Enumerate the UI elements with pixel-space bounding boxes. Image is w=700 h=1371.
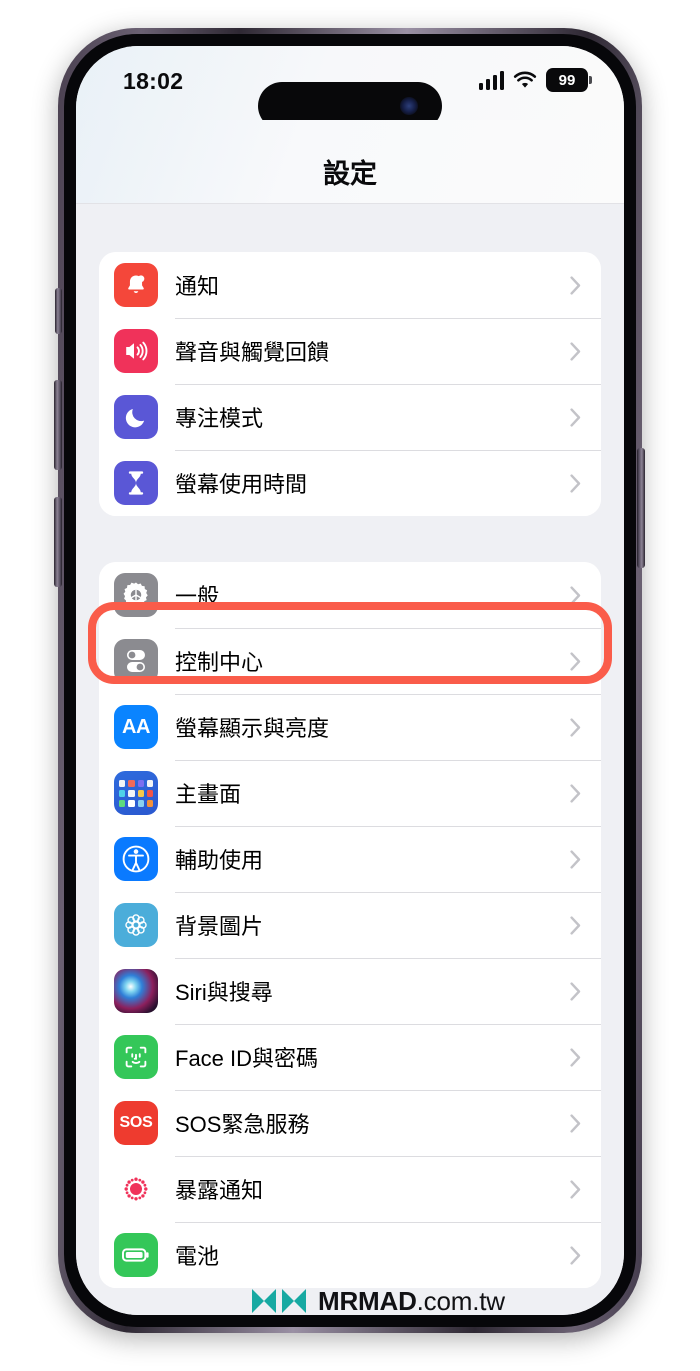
cellular-signal-icon (478, 70, 504, 90)
settings-row-label: Face ID與密碼 (175, 1046, 319, 1071)
settings-row-label: 背景圖片 (175, 914, 264, 939)
mute-switch[interactable] (55, 288, 62, 334)
watermark-brand: MRMAD (318, 1285, 417, 1316)
settings-row-general[interactable]: 一般 (99, 562, 601, 628)
chevron-right-icon (570, 1180, 581, 1199)
settings-row-siri-search[interactable]: Siri與搜尋 (99, 958, 601, 1024)
chevron-right-icon (570, 718, 581, 737)
accessibility-icon (114, 837, 158, 881)
speaker-icon (114, 329, 158, 373)
settings-row-emergency-sos[interactable]: SOS SOS緊急服務 (99, 1090, 601, 1156)
settings-row-label: SOS緊急服務 (175, 1112, 310, 1137)
exposure-dots-icon (114, 1167, 158, 1211)
navigation-bar: 設定 (76, 120, 624, 204)
watermark-domain: .com.tw (416, 1285, 505, 1316)
gear-icon (114, 573, 158, 617)
home-screen-grid-icon (114, 771, 158, 815)
settings-row-label: Siri與搜尋 (175, 980, 273, 1005)
settings-row-notifications[interactable]: 通知 (99, 252, 601, 318)
settings-row-exposure-notifications[interactable]: 暴露通知 (99, 1156, 601, 1222)
settings-row-label: 專注模式 (175, 406, 264, 431)
settings-row-display-brightness[interactable]: AA 螢幕顯示與亮度 (99, 694, 601, 760)
chevron-right-icon (570, 850, 581, 869)
chevron-right-icon (570, 474, 581, 493)
battery-app-icon (114, 1233, 158, 1277)
volume-down-button[interactable] (54, 497, 62, 587)
watermark-text: MRMAD.com.tw (318, 1286, 505, 1316)
settings-group-general: 一般 控制中心 AA 螢幕顯示與亮度 主畫面 輔助使用 背景圖片 Siri與搜尋… (99, 562, 601, 1288)
battery-level-label: 99 (558, 71, 576, 89)
chevron-right-icon (570, 916, 581, 935)
settings-row-label: 螢幕顯示與亮度 (175, 716, 330, 741)
chevron-right-icon (570, 586, 581, 605)
status-bar-indicators: 99 (478, 68, 592, 92)
siri-orb-icon (114, 969, 158, 1013)
settings-row-accessibility[interactable]: 輔助使用 (99, 826, 601, 892)
settings-row-wallpaper[interactable]: 背景圖片 (99, 892, 601, 958)
settings-row-screen-time[interactable]: 螢幕使用時間 (99, 450, 601, 516)
status-bar: 18:02 99 (76, 46, 624, 130)
watermark: MRMAD.com.tw (250, 1284, 505, 1315)
settings-row-label: 一般 (175, 584, 220, 609)
chevron-right-icon (570, 784, 581, 803)
settings-row-label: 螢幕使用時間 (175, 472, 308, 497)
chevron-right-icon (570, 342, 581, 361)
chevron-right-icon (570, 276, 581, 295)
page-title: 設定 (323, 159, 377, 189)
wallpaper-flower-icon (114, 903, 158, 947)
settings-row-focus[interactable]: 專注模式 (99, 384, 601, 450)
aa-text-icon: AA (114, 705, 158, 749)
settings-scroll-view[interactable]: 通知 聲音與觸覺回饋 專注模式 螢幕使用時間 一般 控制中心 AA 螢幕顯示與亮… (76, 205, 624, 1315)
front-camera-icon (400, 97, 418, 115)
chevron-right-icon (570, 408, 581, 427)
power-button[interactable] (637, 448, 645, 568)
settings-row-home-screen[interactable]: 主畫面 (99, 760, 601, 826)
settings-row-label: 電池 (175, 1244, 220, 1269)
chevron-right-icon (570, 652, 581, 671)
settings-row-label: 控制中心 (175, 650, 264, 675)
mrmad-infinity-logo-icon (252, 1289, 306, 1313)
settings-group-notifications: 通知 聲音與觸覺回饋 專注模式 螢幕使用時間 (99, 252, 601, 516)
bell-icon (114, 263, 158, 307)
hourglass-icon (114, 461, 158, 505)
settings-row-label: 通知 (175, 274, 220, 299)
settings-row-label: 輔助使用 (175, 848, 264, 873)
sos-icon: SOS (114, 1101, 158, 1145)
battery-icon: 99 (546, 68, 592, 92)
settings-row-control-center[interactable]: 控制中心 (99, 628, 601, 694)
settings-row-sounds-haptics[interactable]: 聲音與觸覺回饋 (99, 318, 601, 384)
screenshot-stage: 18:02 99 設定 通知 聲音與觸覺回饋 專注模式 螢幕使用時間 一般 控制… (0, 0, 700, 1371)
settings-row-face-id-passcode[interactable]: Face ID與密碼 (99, 1024, 601, 1090)
settings-row-battery[interactable]: 電池 (99, 1222, 601, 1288)
face-id-icon (114, 1035, 158, 1079)
chevron-right-icon (570, 1246, 581, 1265)
toggles-icon (114, 639, 158, 683)
settings-row-label: 主畫面 (175, 782, 242, 807)
status-bar-clock: 18:02 (123, 68, 184, 94)
settings-row-label: 暴露通知 (175, 1178, 264, 1203)
chevron-right-icon (570, 982, 581, 1001)
phone-screen: 18:02 99 設定 通知 聲音與觸覺回饋 專注模式 螢幕使用時間 一般 控制… (76, 46, 624, 1315)
wifi-icon (513, 71, 537, 88)
settings-row-label: 聲音與觸覺回饋 (175, 340, 330, 365)
chevron-right-icon (570, 1048, 581, 1067)
moon-icon (114, 395, 158, 439)
chevron-right-icon (570, 1114, 581, 1133)
volume-up-button[interactable] (54, 380, 62, 470)
